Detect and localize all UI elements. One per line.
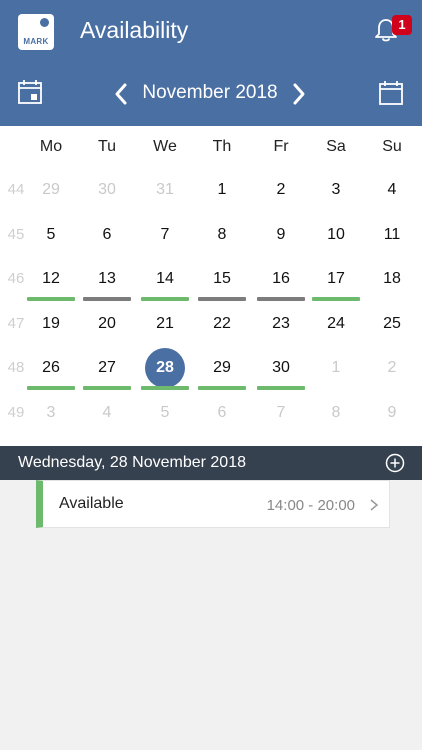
unavailable-indicator <box>83 297 131 301</box>
calendar-day[interactable]: 2 <box>372 359 412 377</box>
available-indicator <box>27 297 75 301</box>
calendar-day[interactable]: 1 <box>202 181 242 199</box>
calendar-day[interactable]: 30 <box>87 181 127 199</box>
weekday-header: Th <box>212 138 232 155</box>
available-indicator <box>27 386 75 390</box>
available-indicator <box>141 386 189 390</box>
calendar-day[interactable]: 21 <box>145 315 185 333</box>
weekday-header: Fr <box>273 138 289 155</box>
calendar-today-icon[interactable] <box>17 78 43 106</box>
plus-circle-icon[interactable] <box>385 453 405 473</box>
calendar-day[interactable]: 8 <box>316 404 356 422</box>
calendar-day[interactable]: 16 <box>261 270 301 288</box>
chevron-left-icon[interactable] <box>112 82 130 106</box>
logo-dot <box>40 18 49 27</box>
calendar-day[interactable]: 5 <box>145 404 185 422</box>
chevron-right-icon <box>370 499 379 511</box>
weekday-header: Su <box>382 138 402 155</box>
calendar-day[interactable]: 7 <box>145 226 185 244</box>
calendar-day[interactable]: 4 <box>87 404 127 422</box>
notification-badge[interactable]: 1 <box>392 15 412 35</box>
calendar-day[interactable]: 26 <box>31 359 71 377</box>
calendar-day[interactable]: 3 <box>316 181 356 199</box>
calendar-day[interactable]: 1 <box>316 359 356 377</box>
calendar-day[interactable]: 19 <box>31 315 71 333</box>
calendar-day[interactable]: 25 <box>372 315 412 333</box>
calendar-day[interactable]: 29 <box>202 359 242 377</box>
calendar-day[interactable]: 27 <box>87 359 127 377</box>
calendar-grid: Mo Tu We Th Fr Sa Su 44 29 30 31 1 2 3 4 45 5 6 7 8 9 10 11 46 1… <box>0 126 422 446</box>
week-number: 49 <box>7 403 25 421</box>
calendar-day[interactable]: 24 <box>316 315 356 333</box>
entry-time: 14:00 - 20:00 <box>266 497 355 514</box>
available-indicator <box>141 297 189 301</box>
availability-entry[interactable]: Available 14:00 - 20:00 <box>36 480 390 528</box>
unavailable-indicator <box>198 297 246 301</box>
app-header: MARK Availability 1 November 2018 <box>0 0 422 126</box>
month-navigation: November 2018 <box>0 78 422 110</box>
calendar-day[interactable]: 11 <box>372 226 412 244</box>
calendar-day[interactable]: 20 <box>87 315 127 333</box>
entry-label: Available <box>59 495 124 512</box>
calendar-day[interactable]: 30 <box>261 359 301 377</box>
page-title: Availability <box>80 17 189 43</box>
week-number: 45 <box>7 225 25 243</box>
chevron-right-icon[interactable] <box>290 82 308 106</box>
week-number: 46 <box>7 270 25 287</box>
calendar-day[interactable]: 29 <box>31 181 71 199</box>
selected-date-label: Wednesday, 28 November 2018 <box>18 454 246 471</box>
weekday-header: We <box>153 138 177 155</box>
calendar-day[interactable]: 3 <box>31 404 71 422</box>
weekday-header: Tu <box>97 138 117 155</box>
calendar-day[interactable]: 31 <box>145 181 185 199</box>
calendar-day[interactable]: 14 <box>145 270 185 288</box>
week-number: 44 <box>7 181 25 198</box>
calendar-day[interactable]: 5 <box>31 226 71 244</box>
calendar-day[interactable]: 4 <box>372 181 412 199</box>
available-indicator <box>257 386 305 390</box>
calendar-day[interactable]: 22 <box>202 315 242 333</box>
calendar-day[interactable]: 13 <box>87 270 127 288</box>
app-logo-icon: MARK <box>18 14 54 50</box>
logo-text: MARK <box>23 37 49 46</box>
calendar-day[interactable]: 8 <box>202 226 242 244</box>
calendar-day[interactable]: 23 <box>261 315 301 333</box>
unavailable-indicator <box>257 297 305 301</box>
selected-date-bar: Wednesday, 28 November 2018 <box>0 446 422 480</box>
calendar-day[interactable]: 15 <box>202 270 242 288</box>
week-number: 47 <box>7 314 25 332</box>
calendar-day[interactable]: 6 <box>87 226 127 244</box>
weekday-header: Sa <box>326 138 346 155</box>
calendar-day[interactable]: 12 <box>31 270 71 288</box>
calendar-day[interactable]: 17 <box>316 270 356 288</box>
calendar-day[interactable]: 9 <box>372 404 412 422</box>
month-label: November 2018 <box>142 82 278 103</box>
available-indicator <box>312 297 360 301</box>
week-number: 48 <box>7 359 25 376</box>
calendar-day[interactable]: 7 <box>261 404 301 422</box>
calendar-day[interactable]: 9 <box>261 226 301 244</box>
calendar-day[interactable]: 2 <box>261 181 301 199</box>
calendar-day[interactable]: 18 <box>372 270 412 288</box>
weekday-header: Mo <box>39 138 63 155</box>
available-indicator <box>83 386 131 390</box>
available-indicator <box>198 386 246 390</box>
calendar-day[interactable]: 6 <box>202 404 242 422</box>
calendar-day[interactable]: 10 <box>316 226 356 244</box>
calendar-icon[interactable] <box>378 80 404 106</box>
selected-day[interactable]: 28 <box>145 348 185 388</box>
